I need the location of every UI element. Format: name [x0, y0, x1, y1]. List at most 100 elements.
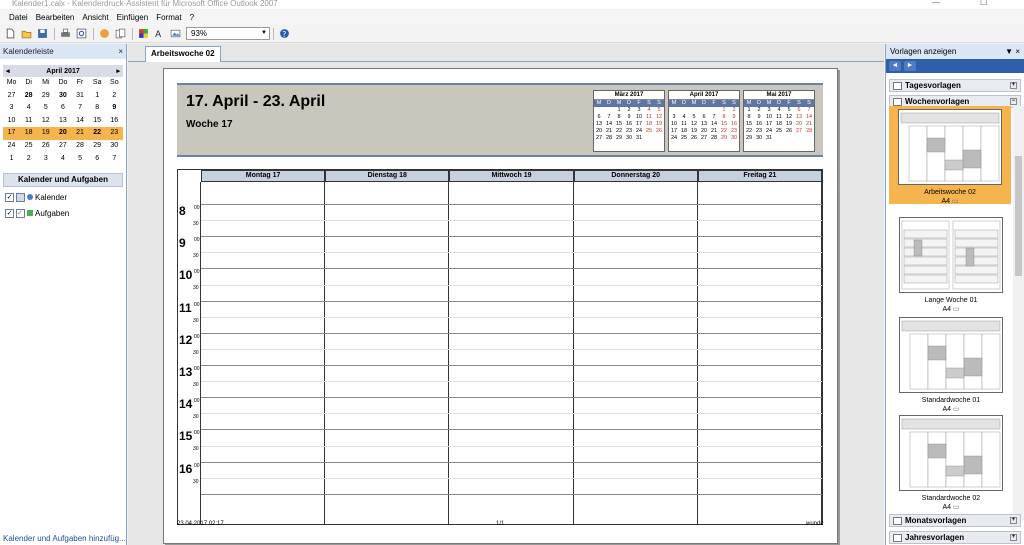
- calendar-day[interactable]: 22: [89, 127, 106, 140]
- calendar-day[interactable]: 2: [106, 90, 123, 103]
- calendar-day[interactable]: 25: [20, 140, 37, 153]
- calendar-day[interactable]: 8: [89, 102, 106, 115]
- open-folder-icon[interactable]: [19, 27, 33, 40]
- font-icon[interactable]: A: [152, 27, 166, 40]
- menu-ansicht[interactable]: Ansicht: [78, 10, 112, 25]
- maximize-button[interactable]: ☐: [980, 0, 987, 7]
- calendar-day[interactable]: 7: [72, 102, 89, 115]
- scrollbar-thumb[interactable]: [1015, 156, 1022, 276]
- back-button[interactable]: ◄: [889, 61, 901, 71]
- template-thumbnail[interactable]: Standardwoche 02 A4 ▭: [893, 412, 1009, 511]
- help-icon[interactable]: ?: [277, 27, 291, 40]
- tasks-checkbox-row[interactable]: ✓ ✓ Aufgaben: [5, 207, 121, 219]
- section-jahresvorlagen[interactable]: Jahresvorlagen +: [889, 531, 1021, 544]
- calendar-week-row[interactable]: 10 11 12 13 14 15 16: [3, 115, 123, 128]
- calendar-week-row[interactable]: 1234567: [3, 153, 123, 166]
- calendar-day[interactable]: 18: [20, 127, 37, 140]
- calendar-day[interactable]: 30: [106, 140, 123, 153]
- menu-bearbeiten[interactable]: Bearbeiten: [32, 10, 79, 25]
- menu-datei[interactable]: Datei: [5, 10, 32, 25]
- section-tagesvorlagen[interactable]: Tagesvorlagen +: [889, 79, 1021, 92]
- dropdown-arrow-icon[interactable]: ▼: [1005, 47, 1013, 56]
- calendar-checkbox-row[interactable]: ✓ Kalender: [5, 191, 121, 203]
- calendar-day[interactable]: 20: [54, 127, 71, 140]
- calendar-day[interactable]: 6: [89, 153, 106, 166]
- menu-einfuegen[interactable]: Einfügen: [113, 10, 153, 25]
- prev-month-button[interactable]: ◂: [6, 67, 10, 75]
- color-palette-icon[interactable]: [136, 27, 150, 40]
- calendar-day[interactable]: 26: [37, 140, 54, 153]
- calendar-day[interactable]: 16: [106, 115, 123, 128]
- collapse-icon[interactable]: −: [1010, 98, 1017, 105]
- day-column[interactable]: [325, 182, 450, 524]
- calendar-day[interactable]: 2: [20, 153, 37, 166]
- expand-icon[interactable]: +: [1010, 534, 1017, 541]
- calendar-day[interactable]: 5: [37, 102, 54, 115]
- calendar-day[interactable]: 15: [89, 115, 106, 128]
- calendar-day[interactable]: 28: [20, 90, 37, 103]
- zoom-select[interactable]: 93% ▼: [186, 27, 270, 40]
- expand-icon[interactable]: +: [1010, 517, 1017, 524]
- calendar-day[interactable]: 31: [72, 90, 89, 103]
- calendar-day[interactable]: 1: [3, 153, 20, 166]
- template-thumbnail[interactable]: Arbeitswoche 02 A4 ▭: [889, 106, 1011, 205]
- expand-icon[interactable]: +: [1010, 82, 1017, 89]
- minimize-button[interactable]: —: [932, 0, 940, 7]
- calendar-day[interactable]: 9: [106, 102, 123, 115]
- calendar-week-row[interactable]: 24 25 26 27 28 29 30: [3, 140, 123, 153]
- templates-scrollbar[interactable]: [1013, 106, 1024, 520]
- tab-arbeitswoche[interactable]: Arbeitswoche 02: [145, 46, 221, 62]
- template-thumbnail[interactable]: Standardwoche 01 A4 ▭: [893, 314, 1009, 413]
- calendar-day[interactable]: 1: [89, 90, 106, 103]
- checkbox[interactable]: ✓: [5, 208, 14, 218]
- day-column[interactable]: [698, 182, 822, 524]
- calendar-week-row[interactable]: 27 28 29 30 31 1 2: [3, 90, 123, 103]
- wizard-icon[interactable]: [97, 27, 111, 40]
- day-column[interactable]: [201, 182, 326, 524]
- calendar-day[interactable]: 27: [54, 140, 71, 153]
- day-column[interactable]: [449, 182, 574, 524]
- calendar-day[interactable]: 3: [37, 153, 54, 166]
- checkbox[interactable]: ✓: [5, 192, 14, 202]
- calendar-day[interactable]: 11: [20, 115, 37, 128]
- calendar-day[interactable]: 23: [106, 127, 123, 140]
- calendar-day[interactable]: 24: [3, 140, 20, 153]
- calendar-day[interactable]: 13: [54, 115, 71, 128]
- image-icon[interactable]: [168, 27, 182, 40]
- menu-format[interactable]: Format: [152, 10, 185, 25]
- mini-month-day: 13: [700, 121, 708, 127]
- menu-help[interactable]: ?: [186, 10, 198, 25]
- new-icon[interactable]: [3, 27, 17, 40]
- calendar-day[interactable]: 6: [54, 102, 71, 115]
- calendar-day[interactable]: 7: [106, 153, 123, 166]
- calendar-day[interactable]: 3: [3, 102, 20, 115]
- print-preview-icon[interactable]: [74, 27, 88, 40]
- calendar-week-row[interactable]: 3456789: [3, 102, 123, 115]
- section-monatsvorlagen[interactable]: Monatsvorlagen +: [889, 514, 1021, 527]
- calendar-day[interactable]: 12: [37, 115, 54, 128]
- calendar-week-row[interactable]: 17 18 19 20 21 22 23: [3, 127, 123, 140]
- print-icon[interactable]: [58, 27, 72, 40]
- close-icon[interactable]: ×: [1015, 47, 1020, 56]
- close-icon[interactable]: ×: [118, 47, 123, 56]
- day-column[interactable]: [574, 182, 698, 524]
- add-calendar-link[interactable]: Kalender und Aufgaben hinzufüg...: [3, 534, 126, 543]
- calendar-day[interactable]: 14: [72, 115, 89, 128]
- calendar-day[interactable]: 21: [72, 127, 89, 140]
- next-month-button[interactable]: ▸: [116, 67, 120, 75]
- calendar-day[interactable]: 17: [3, 127, 20, 140]
- calendar-day[interactable]: 27: [3, 90, 20, 103]
- calendar-day[interactable]: 19: [37, 127, 54, 140]
- forward-button[interactable]: ►: [904, 61, 916, 71]
- calendar-day[interactable]: 4: [54, 153, 71, 166]
- calendar-day[interactable]: 4: [20, 102, 37, 115]
- calendar-day[interactable]: 29: [89, 140, 106, 153]
- save-icon[interactable]: [35, 27, 49, 40]
- pages-icon[interactable]: [113, 27, 127, 40]
- calendar-day[interactable]: 10: [3, 115, 20, 128]
- calendar-day[interactable]: 5: [72, 153, 89, 166]
- calendar-day[interactable]: 30: [54, 90, 71, 103]
- calendar-day[interactable]: 28: [72, 140, 89, 153]
- calendar-day[interactable]: 29: [37, 90, 54, 103]
- template-thumbnail[interactable]: Lange Woche 01 A4 ▭: [893, 214, 1009, 313]
